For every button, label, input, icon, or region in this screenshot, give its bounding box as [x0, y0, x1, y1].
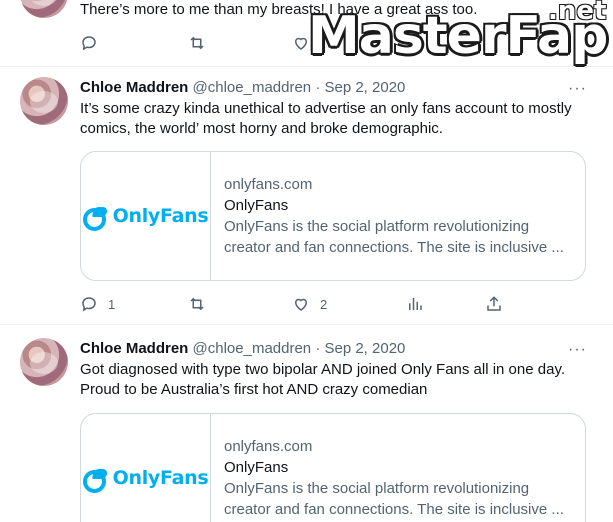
tweet-actions [80, 33, 520, 53]
tweet-text: Got diagnosed with type two bipolar AND … [80, 361, 565, 398]
onlyfans-logo: OnlyFans [82, 205, 209, 231]
more-options-icon[interactable]: ··· [568, 81, 587, 97]
more-options-icon[interactable]: ··· [568, 342, 587, 358]
card-description-line: creator and fan connections. The site is… [224, 501, 564, 518]
tweet-actions: 1 2 [80, 294, 520, 314]
heart-icon [294, 298, 308, 311]
avatar[interactable] [20, 0, 68, 18]
tweet[interactable]: Chloe Maddren @chloe_maddren · Sep 2, 20… [0, 67, 613, 325]
card-thumbnail: OnlyFans [81, 414, 211, 522]
avatar[interactable] [20, 77, 68, 125]
retweet-button[interactable] [188, 33, 206, 53]
tweet[interactable]: Chloe Maddren @chloe_maddren · Sep 2, 20… [0, 325, 613, 522]
like-button[interactable] [292, 33, 310, 53]
share-button[interactable] [485, 294, 503, 314]
onlyfans-logo-icon [82, 469, 107, 493]
card-text: onlyfans.com OnlyFans OnlyFans is the so… [224, 436, 574, 520]
display-name[interactable]: Chloe Maddren [80, 340, 188, 357]
reply-button[interactable] [80, 33, 98, 53]
card-description-line: OnlyFans is the social platform revoluti… [224, 480, 530, 497]
card-text: onlyfans.com OnlyFans OnlyFans is the so… [224, 174, 574, 258]
retweet-button[interactable] [188, 294, 206, 314]
avatar[interactable] [20, 338, 68, 386]
logo-text: OnlyFans [112, 205, 209, 227]
card-title: OnlyFans [224, 197, 289, 214]
handle-and-date[interactable]: @chloe_maddren · Sep 2, 2020 [193, 79, 406, 96]
onlyfans-logo-icon [82, 207, 107, 231]
reply-button[interactable]: 1 [80, 294, 115, 314]
tweet-header: Chloe Maddren @chloe_maddren · Sep 2, 20… [80, 339, 405, 359]
reply-icon [82, 36, 96, 51]
like-button[interactable]: 2 [292, 294, 327, 314]
card-thumbnail: OnlyFans [81, 152, 211, 280]
analytics-icon [409, 298, 422, 310]
heart-icon [294, 37, 308, 50]
reply-count: 1 [108, 296, 116, 312]
tweet-header: Chloe Maddren @chloe_maddren · Sep 2, 20… [80, 78, 405, 98]
share-icon [487, 296, 501, 311]
card-domain: onlyfans.com [224, 438, 313, 455]
tweet[interactable]: There’s more to me than my breasts! I ha… [0, 0, 613, 67]
handle-and-date[interactable]: @chloe_maddren · Sep 2, 2020 [193, 340, 406, 357]
like-count: 2 [320, 296, 328, 312]
tweet-text: There’s more to me than my breasts! I ha… [80, 1, 478, 18]
link-card[interactable]: OnlyFans onlyfans.com OnlyFans OnlyFans … [80, 413, 586, 522]
views-button[interactable] [406, 294, 424, 314]
retweet-icon [190, 36, 204, 50]
reply-icon [82, 297, 96, 312]
card-description-line: OnlyFans is the social platform revoluti… [224, 218, 530, 235]
display-name[interactable]: Chloe Maddren [80, 79, 188, 96]
logo-text: OnlyFans [112, 467, 209, 489]
card-description-line: creator and fan connections. The site is… [224, 239, 564, 256]
onlyfans-logo: OnlyFans [82, 467, 209, 493]
retweet-icon [190, 297, 204, 311]
link-card[interactable]: OnlyFans onlyfans.com OnlyFans OnlyFans … [80, 151, 586, 281]
card-domain: onlyfans.com [224, 176, 313, 193]
tweet-text: It’s some crazy kinda unethical to adver… [80, 100, 572, 137]
card-title: OnlyFans [224, 459, 289, 476]
